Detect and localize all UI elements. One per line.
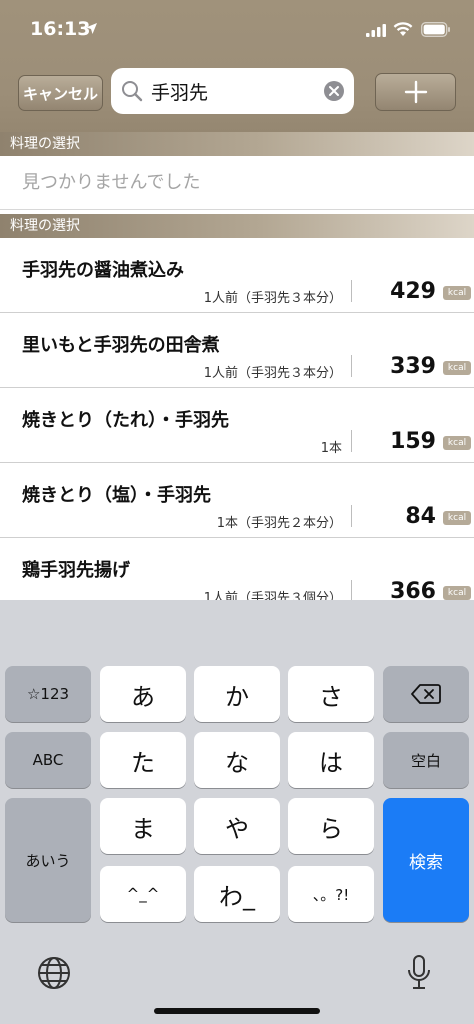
kcal-badge: kcal xyxy=(443,511,471,525)
row-divider xyxy=(351,505,352,527)
numbers-key[interactable]: ☆123 xyxy=(5,666,91,722)
kcal-badge: kcal xyxy=(443,361,471,375)
dish-portion: 1人前（手羽先３本分） xyxy=(203,291,342,306)
keyboard: ☆123 あ か さ ABC た な は 空白 あいう ま や ら 検索 ^_^… xyxy=(0,600,474,1024)
dish-portion: 1人前（手羽先３個分） xyxy=(203,591,342,600)
key-ya[interactable]: や xyxy=(194,798,280,854)
space-key[interactable]: 空白 xyxy=(383,732,469,788)
dish-row[interactable]: 鶏手羽先揚げ 1人前（手羽先３個分） 366 kcal xyxy=(0,538,474,600)
dish-name: 里いもと手羽先の田舎煮 xyxy=(22,335,220,356)
wifi-icon xyxy=(393,22,413,36)
status-time: 16:13 xyxy=(30,18,91,40)
cellular-signal-icon xyxy=(366,24,386,37)
abc-key[interactable]: ABC xyxy=(5,732,91,788)
dish-portion: 1本 xyxy=(320,441,342,456)
dish-name: 焼きとり（たれ）・手羽先 xyxy=(22,410,229,431)
row-divider xyxy=(351,580,352,600)
cancel-button[interactable]: キャンセル xyxy=(18,75,103,111)
dish-kcal: 429 xyxy=(390,279,436,304)
key-wa[interactable]: わ_ xyxy=(194,866,280,922)
key-sa[interactable]: さ xyxy=(288,666,374,722)
key-ta[interactable]: た xyxy=(100,732,186,788)
punctuation-key[interactable]: 、。?! xyxy=(288,866,374,922)
dish-name: 鶏手羽先揚げ xyxy=(22,560,130,581)
search-key[interactable]: 検索 xyxy=(383,798,469,922)
key-ma[interactable]: ま xyxy=(100,798,186,854)
search-icon xyxy=(122,81,143,102)
backspace-icon xyxy=(411,684,441,704)
clear-text-icon[interactable] xyxy=(323,80,345,102)
key-na[interactable]: な xyxy=(194,732,280,788)
battery-icon xyxy=(421,22,450,37)
location-arrow-icon xyxy=(86,23,97,34)
dish-kcal: 339 xyxy=(390,354,436,379)
dish-portion: 1人前（手羽先３本分） xyxy=(203,366,342,381)
search-input[interactable] xyxy=(151,76,316,106)
dish-list[interactable]: 手羽先の醤油煮込み 1人前（手羽先３本分） 429 kcal 里いもと手羽先の田… xyxy=(0,238,474,600)
section-header-results: 料理の選択 xyxy=(0,214,474,238)
top-bar: 16:13 キャンセル xyxy=(0,0,474,132)
home-indicator xyxy=(154,1008,320,1014)
kcal-badge: kcal xyxy=(443,436,471,450)
dish-row[interactable]: 里いもと手羽先の田舎煮 1人前（手羽先３本分） 339 kcal xyxy=(0,313,474,388)
key-ha[interactable]: は xyxy=(288,732,374,788)
row-divider xyxy=(351,355,352,377)
plus-icon xyxy=(404,80,427,104)
dish-kcal: 159 xyxy=(390,429,436,454)
status-bar: 16:13 xyxy=(0,0,474,60)
search-box[interactable] xyxy=(111,68,354,114)
add-button[interactable] xyxy=(375,73,456,111)
dish-kcal: 84 xyxy=(405,504,436,529)
dish-row[interactable]: 手羽先の醤油煮込み 1人前（手羽先３本分） 429 kcal xyxy=(0,238,474,313)
kcal-badge: kcal xyxy=(443,586,471,600)
row-divider xyxy=(351,430,352,452)
dakuten-key[interactable]: ^_^ xyxy=(100,866,186,922)
kcal-badge: kcal xyxy=(443,286,471,300)
dish-row[interactable]: 焼きとり（たれ）・手羽先 1本 159 kcal xyxy=(0,388,474,463)
dish-row[interactable]: 焼きとり（塩）・手羽先 1本（手羽先２本分） 84 kcal xyxy=(0,463,474,538)
dish-kcal: 366 xyxy=(390,579,436,600)
key-ra[interactable]: ら xyxy=(288,798,374,854)
kana-key[interactable]: あいう xyxy=(5,798,91,922)
globe-icon[interactable] xyxy=(37,956,71,990)
no-results-message: 見つかりませんでした xyxy=(0,156,474,210)
dish-name: 焼きとり（塩）・手羽先 xyxy=(22,485,211,506)
section-header-recent: 料理の選択 xyxy=(0,132,474,156)
row-divider xyxy=(351,280,352,302)
delete-key[interactable] xyxy=(383,666,469,722)
dish-name: 手羽先の醤油煮込み xyxy=(22,260,184,281)
key-ka[interactable]: か xyxy=(194,666,280,722)
dish-portion: 1本（手羽先２本分） xyxy=(216,516,342,531)
microphone-icon[interactable] xyxy=(406,954,432,992)
key-a[interactable]: あ xyxy=(100,666,186,722)
